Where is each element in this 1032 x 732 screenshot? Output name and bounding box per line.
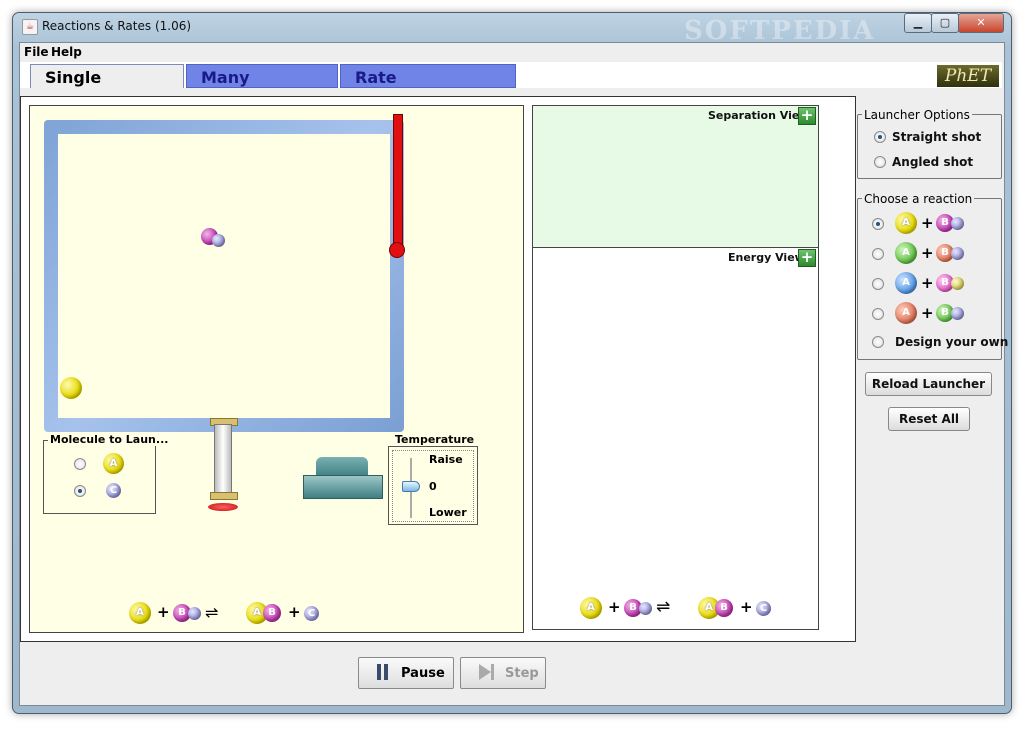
reaction-1-molecule-c: [951, 217, 964, 230]
reaction-1-plus: +: [921, 214, 934, 232]
menu-file[interactable]: File: [24, 45, 49, 59]
pause-button[interactable]: Pause: [358, 657, 454, 689]
reset-all-button[interactable]: Reset All: [888, 407, 970, 431]
eq-plus-1: +: [157, 603, 170, 621]
reaction-radio-4[interactable]: [872, 308, 884, 320]
pause-label: Pause: [401, 666, 445, 681]
molecule-c: [212, 234, 225, 247]
energy-eq-arrows: ⇌: [656, 597, 671, 617]
separation-view-label: Separation View: [708, 109, 810, 122]
launch-molecule-a: A: [103, 453, 124, 474]
energy-eq-plus-1: +: [608, 598, 621, 616]
energy-eq-product-c: C: [756, 601, 771, 616]
close-button[interactable]: ✕: [958, 13, 1004, 33]
tab-many-collisions[interactable]: Many Collisions: [186, 64, 338, 112]
choose-reaction-title: Choose a reaction: [862, 192, 975, 206]
angled-shot-radio[interactable]: [874, 156, 886, 168]
step-icon-bar: [491, 664, 494, 680]
reaction-3-molecule-c: [951, 277, 964, 290]
reload-launcher-button[interactable]: Reload Launcher: [865, 372, 992, 396]
launcher-tube[interactable]: [214, 424, 232, 496]
reaction-radio-design-own[interactable]: [872, 336, 884, 348]
tab-rate-experiments[interactable]: Rate Experiments: [340, 64, 516, 112]
straight-shot-radio[interactable]: [874, 131, 886, 143]
java-app-icon: ☕: [22, 19, 38, 35]
pause-icon-bar-left: [377, 664, 381, 680]
reaction-2-plus: +: [921, 244, 934, 262]
eq-plus-2: +: [288, 603, 301, 621]
energy-eq-plus-2: +: [740, 598, 753, 616]
straight-shot-label[interactable]: Straight shot: [892, 130, 981, 144]
reaction-2-molecule-a: A: [895, 242, 917, 264]
reaction-radio-3[interactable]: [872, 278, 884, 290]
molecule-to-launch-panel: [43, 440, 156, 514]
eq-arrows: ⇌: [205, 603, 219, 622]
temperature-raise-label: Raise: [429, 453, 463, 466]
step-button[interactable]: Step: [460, 657, 546, 689]
step-icon: [479, 664, 491, 680]
launcher-plunger[interactable]: [208, 503, 238, 511]
energy-view: [532, 247, 819, 630]
reaction-2-molecule-c: [951, 247, 964, 260]
phet-logo[interactable]: PhET: [937, 65, 999, 87]
reaction-3-plus: +: [921, 274, 934, 292]
launcher-bottom: [210, 492, 238, 500]
heater-cup: [316, 457, 368, 477]
energy-eq-molecule-c-bonded: [639, 602, 652, 615]
temperature-value: 0: [429, 480, 437, 493]
energy-eq-product-b: B: [715, 599, 733, 617]
window-title: Reactions & Rates (1.06): [42, 19, 192, 33]
eq-product-b: B: [263, 604, 281, 622]
minimize-button[interactable]: ▁: [904, 13, 932, 33]
launch-radio-a[interactable]: [74, 458, 86, 470]
eq-molecule-c-bonded: [188, 607, 201, 620]
reaction-1-molecule-a: A: [895, 212, 917, 234]
reaction-radio-1[interactable]: [872, 218, 884, 230]
menu-help[interactable]: Help: [51, 45, 82, 59]
reaction-radio-2[interactable]: [872, 248, 884, 260]
reaction-4-molecule-a: A: [895, 302, 917, 324]
energy-eq-molecule-a: A: [580, 597, 602, 619]
tab-single-collision[interactable]: Single Collision: [30, 64, 184, 112]
temperature-title: Temperature: [393, 433, 477, 446]
eq-molecule-a: A: [129, 602, 151, 624]
separation-expand-button[interactable]: +: [798, 107, 816, 125]
launch-radio-c[interactable]: [74, 485, 86, 497]
thermometer: [393, 114, 403, 252]
heater-base: [303, 475, 383, 499]
energy-expand-button[interactable]: +: [798, 249, 816, 267]
launcher-options-title: Launcher Options: [862, 108, 972, 122]
launcher-options-group: [857, 114, 1002, 179]
launch-molecule-c: C: [106, 483, 121, 498]
pause-icon-bar-right: [384, 664, 388, 680]
eq-product-c: C: [304, 606, 319, 621]
design-your-own-label[interactable]: Design your own: [895, 335, 1008, 349]
reaction-chamber: [58, 134, 390, 418]
molecule-panel-title: Molecule to Laun...: [48, 433, 171, 446]
molecule-a: [60, 377, 82, 399]
reaction-4-plus: +: [921, 304, 934, 322]
menu-bar: File Help: [20, 43, 1002, 61]
reaction-4-molecule-c: [951, 307, 964, 320]
thermometer-bulb: [389, 242, 405, 258]
angled-shot-label[interactable]: Angled shot: [892, 155, 973, 169]
maximize-button[interactable]: ▢: [931, 13, 959, 33]
reaction-3-molecule-a: A: [895, 272, 917, 294]
step-label: Step: [505, 666, 539, 681]
temperature-slider[interactable]: [402, 481, 420, 492]
temperature-lower-label: Lower: [429, 506, 467, 519]
separation-view: [532, 105, 819, 249]
energy-view-label: Energy View: [728, 251, 805, 264]
